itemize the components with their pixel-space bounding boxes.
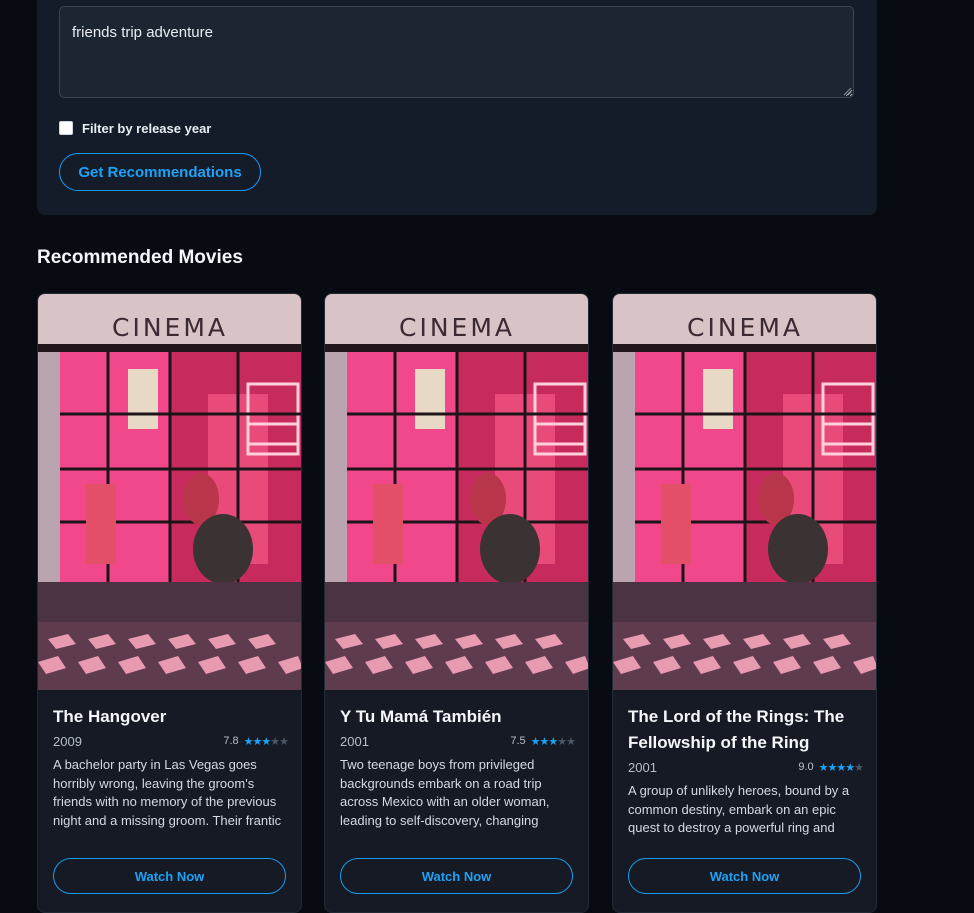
rating-stars-icon: ★★★★★ — [530, 735, 576, 748]
rating-stars-icon: ★★★★★ — [243, 735, 289, 748]
movie-card: CINEMA — [37, 293, 302, 913]
rating-value: 9.0 — [798, 761, 814, 773]
movie-description: A bachelor party in Las Vegas goes horri… — [53, 757, 282, 828]
watch-now-button[interactable]: Watch Now — [628, 858, 861, 894]
movie-description: A group of unlikely heroes, bound by a c… — [628, 783, 850, 836]
cinema-poster-image: CINEMA — [325, 294, 588, 690]
rating-stars-icon: ★★★★★ — [818, 761, 864, 774]
movie-year: 2009 — [53, 733, 82, 749]
movie-rating: 7.5 ★★★★★ — [510, 735, 576, 748]
movie-year: 2001 — [340, 733, 369, 749]
movie-rating: 7.8 ★★★★★ — [223, 735, 289, 748]
svg-text:CINEMA: CINEMA — [399, 313, 515, 342]
movie-rating: 9.0 ★★★★★ — [798, 761, 864, 774]
movie-card: CINEMA — [324, 293, 589, 913]
movie-poster: CINEMA — [38, 294, 301, 690]
movie-description: Two teenage boys from privileged backgro… — [340, 757, 550, 828]
release-year-checkbox[interactable] — [59, 121, 73, 135]
cinema-poster-image: CINEMA — [613, 294, 876, 690]
watch-now-button[interactable]: Watch Now — [340, 858, 573, 894]
rating-value: 7.8 — [223, 735, 239, 747]
cinema-poster-image: CINEMA — [38, 294, 301, 690]
recommended-movies-heading: Recommended Movies — [37, 247, 243, 268]
release-year-filter-label: Filter by release year — [82, 120, 212, 136]
movie-title: The Lord of the Rings: The Fellowship of… — [628, 707, 845, 752]
movie-title: Y Tu Mamá También — [340, 707, 502, 726]
release-year-filter[interactable]: Filter by release year — [59, 120, 211, 136]
movie-title: The Hangover — [53, 707, 167, 726]
rating-value: 7.5 — [510, 735, 526, 747]
resize-grip-icon[interactable] — [843, 87, 852, 96]
movie-poster: CINEMA — [613, 294, 876, 690]
watch-now-button[interactable]: Watch Now — [53, 858, 286, 894]
movie-poster: CINEMA — [325, 294, 588, 690]
movie-card: CINEMA — [612, 293, 877, 913]
svg-text:CINEMA: CINEMA — [687, 313, 803, 342]
get-recommendations-button[interactable]: Get Recommendations — [59, 153, 261, 191]
svg-text:CINEMA: CINEMA — [112, 313, 228, 342]
movie-year: 2001 — [628, 759, 657, 775]
search-query-textarea[interactable]: friends trip adventure — [59, 6, 854, 98]
